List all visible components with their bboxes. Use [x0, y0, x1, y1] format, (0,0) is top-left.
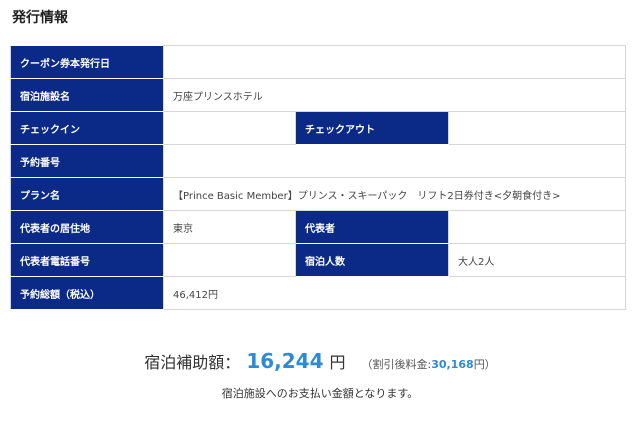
table-row: クーポン券本発行日	[10, 45, 627, 79]
table-row: 代表者の居住地 東京 代表者	[10, 210, 627, 244]
discount-value: 30,168	[431, 358, 474, 371]
table-row: 予約番号	[10, 144, 627, 178]
table-row: チェックイン チェックアウト	[10, 111, 627, 145]
subsidy-label: 宿泊補助額：	[144, 353, 241, 372]
discounted-price: （割引後料金:30,168円）	[362, 358, 496, 371]
checkin-label: チェックイン	[10, 111, 164, 145]
reservation-label: 予約番号	[10, 144, 164, 178]
table-row: 代表者電話番号 宿泊人数 大人2人	[10, 243, 627, 277]
coupon-date-value	[162, 45, 627, 79]
issue-info-table: クーポン券本発行日 宿泊施設名 万座プリンスホテル チェックイン チェックアウト…	[10, 45, 627, 310]
table-row: プラン名 【Prince Basic Member】プリンス・スキーパック リフ…	[10, 177, 627, 211]
rep-label: 代表者	[295, 210, 449, 244]
facility-label: 宿泊施設名	[10, 78, 164, 112]
rep-address-label: 代表者の居住地	[10, 210, 164, 244]
subsidy-summary: 宿泊補助額： 16,244 円 （割引後料金:30,168円）	[0, 349, 640, 373]
discount-suffix: 円）	[473, 358, 496, 371]
rep-address-value: 東京	[163, 210, 296, 244]
guests-label: 宿泊人数	[295, 243, 449, 277]
subsidy-unit: 円	[329, 353, 346, 372]
rep-value	[447, 210, 627, 244]
guests-value: 大人2人	[447, 243, 627, 277]
rep-phone-value	[163, 243, 296, 277]
payment-note: 宿泊施設へのお支払い金額となります。	[221, 387, 419, 400]
rep-phone-label: 代表者電話番号	[10, 243, 164, 277]
total-value: 46,412円	[162, 276, 627, 310]
checkout-value	[447, 111, 627, 145]
table-row: 宿泊施設名 万座プリンスホテル	[10, 78, 627, 112]
reservation-value	[162, 144, 627, 178]
discount-prefix: （割引後料金:	[361, 358, 432, 371]
facility-value: 万座プリンスホテル	[162, 78, 627, 112]
checkout-label: チェックアウト	[295, 111, 449, 145]
subsidy-amount: 16,244	[246, 349, 324, 373]
section-title: 発行情報	[12, 10, 68, 26]
plan-value: 【Prince Basic Member】プリンス・スキーパック リフト2日券付…	[162, 177, 627, 211]
coupon-date-label: クーポン券本発行日	[10, 45, 164, 79]
plan-label: プラン名	[10, 177, 164, 211]
table-row: 予約総額（税込） 46,412円	[10, 276, 627, 310]
checkin-value	[163, 111, 296, 145]
total-label: 予約総額（税込）	[10, 276, 164, 310]
